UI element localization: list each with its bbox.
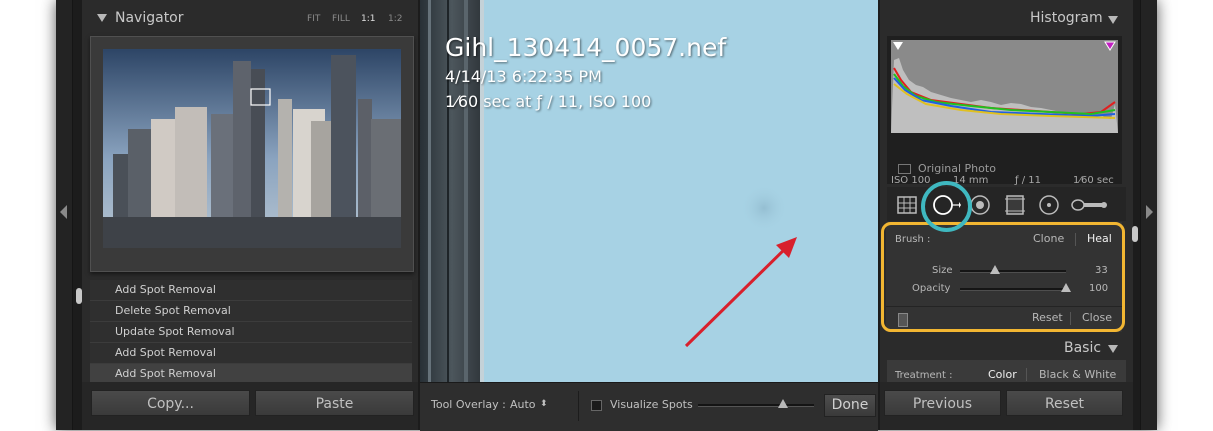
left-arrow-icon[interactable] (60, 205, 67, 219)
history-item-selected[interactable]: Add Spot Removal (90, 364, 412, 382)
zoom-fit[interactable]: FIT (307, 14, 320, 24)
radial-filter-icon[interactable] (1038, 194, 1060, 216)
aperture-readout: ƒ / 11 (1015, 175, 1041, 186)
treatment-color-button[interactable]: Color (988, 368, 1017, 381)
red-eye-icon[interactable] (969, 194, 991, 216)
history-list: Add Spot Removal Delete Spot Removal Upd… (90, 280, 412, 382)
reset-all-button[interactable]: Reset (1006, 390, 1123, 416)
updown-arrows-icon[interactable]: ⬍ (540, 399, 548, 409)
right-arrow-icon[interactable] (1146, 205, 1153, 219)
right-panel-scrollbar[interactable] (1132, 226, 1138, 242)
navigator-title: Navigator (115, 10, 184, 26)
treatment-label: Treatment : (895, 370, 953, 381)
done-button[interactable]: Done (824, 394, 876, 417)
original-photo-icon[interactable] (898, 164, 911, 174)
graduated-filter-icon[interactable] (1004, 193, 1026, 217)
left-panel-scrollbar[interactable] (76, 288, 82, 304)
basic-title[interactable]: Basic (1064, 340, 1101, 356)
spot-removal-tool-highlight (921, 181, 972, 232)
history-item[interactable]: Add Spot Removal (90, 280, 412, 301)
history-item[interactable]: Add Spot Removal (90, 343, 412, 364)
navigator-preview (90, 36, 414, 272)
previous-button[interactable]: Previous (884, 390, 1001, 416)
histogram-graph (891, 40, 1118, 133)
original-photo-label[interactable]: Original Photo (918, 162, 996, 175)
zoom-1-2[interactable]: 1:2 (388, 14, 402, 24)
left-panel-toggle-strip[interactable] (56, 0, 73, 430)
shutter-readout: 1⁄60 sec (1073, 175, 1114, 186)
basic-panel: Treatment : Color Black & White (887, 360, 1126, 382)
navigator-thumbnail[interactable] (103, 49, 401, 248)
visualize-spots-label: Visualize Spots (610, 398, 693, 411)
visualize-threshold-slider[interactable] (698, 404, 814, 407)
right-button-bar: Previous Reset (880, 382, 1133, 430)
paste-button[interactable]: Paste (255, 390, 414, 416)
center-toolbar: Tool Overlay : Auto ⬍ Visualize Spots Do… (420, 382, 878, 431)
tool-overlay-select[interactable]: Auto (510, 398, 536, 411)
left-panel: Navigator FIT FILL 1:1 1:2 Add Spot Remo… (82, 0, 418, 430)
right-panel-toggle-strip[interactable] (1140, 0, 1157, 430)
collapse-triangle-icon[interactable] (1108, 16, 1118, 24)
photo-filename: Gihl_130414_0057.nef (445, 33, 727, 62)
histogram-title[interactable]: Histogram (1030, 10, 1103, 26)
collapse-triangle-icon[interactable] (1108, 345, 1118, 353)
photo-datetime: 4/14/13 6:22:35 PM (445, 67, 602, 86)
photo-canvas[interactable]: Gihl_130414_0057.nef 4/14/13 6:22:35 PM … (420, 0, 878, 382)
history-item[interactable]: Delete Spot Removal (90, 301, 412, 322)
visualize-spots-checkbox[interactable] (591, 400, 602, 411)
left-button-bar: Copy... Paste (82, 382, 418, 430)
collapse-triangle-icon[interactable] (97, 14, 107, 22)
treatment-divider (1026, 368, 1027, 381)
photo-exposure: 1⁄60 sec at ƒ / 11, ISO 100 (445, 92, 652, 111)
zoom-fill[interactable]: FILL (332, 14, 350, 24)
copy-button[interactable]: Copy... (91, 390, 250, 416)
right-panel: Histogram ISO 100 14 mm ƒ / 11 1⁄60 sec … (880, 0, 1133, 430)
iso-readout: ISO 100 (891, 175, 931, 186)
adjustment-brush-icon[interactable] (1070, 195, 1108, 215)
tool-overlay-label: Tool Overlay : (431, 398, 506, 411)
toolbar-divider (578, 391, 579, 421)
lightroom-window: Navigator FIT FILL 1:1 1:2 Add Spot Remo… (56, 0, 1157, 431)
spot-removal-highlight (881, 222, 1125, 332)
visualize-slider-thumb[interactable] (778, 399, 788, 408)
zoom-1-1[interactable]: 1:1 (361, 14, 375, 24)
history-item[interactable]: Update Spot Removal (90, 322, 412, 343)
navigator-header[interactable]: Navigator FIT FILL 1:1 1:2 (82, 0, 418, 38)
crop-overlay-icon[interactable] (896, 195, 918, 215)
treatment-bw-button[interactable]: Black & White (1039, 368, 1116, 381)
